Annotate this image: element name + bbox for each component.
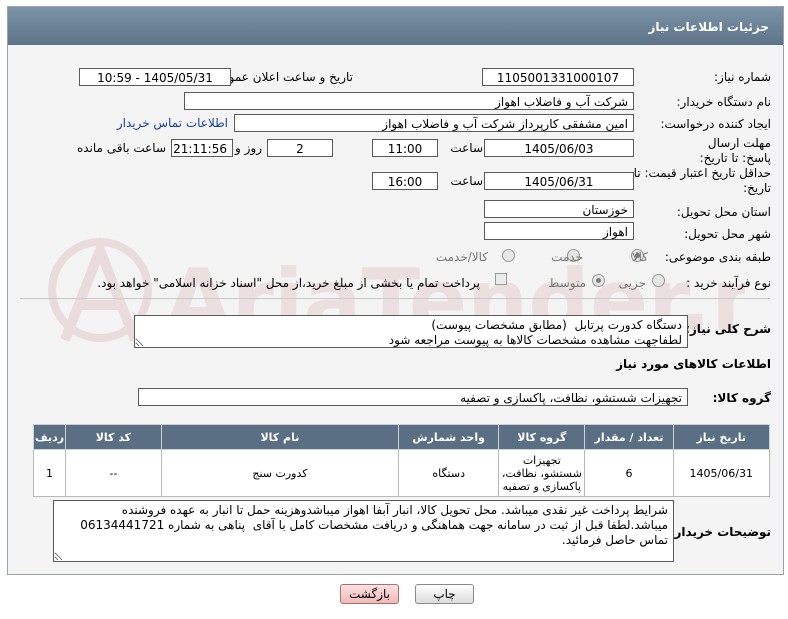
back-button[interactable]: بازگشت [340,584,399,604]
process-medium-label: متوسط [548,276,586,290]
col-need-date: تاریخ نیاز [672,424,770,450]
validity-time-field[interactable]: 16:00 [372,172,438,190]
need-details-page: جزئیات اطلاعات نیاز AriaTender.net شماره… [0,0,788,619]
treasury-payment-note: پرداخت تمام یا بخشی از مبلغ خرید،از محل … [97,276,480,290]
validity-time-label: ساعت [450,174,483,188]
deadline-time-field[interactable]: 11:00 [372,139,438,157]
description-label: شرح کلی نیاز: [685,322,771,336]
print-button[interactable]: چاپ [415,584,474,604]
process-medium-radio[interactable] [592,274,605,287]
cell-group: تجهیزات شستشو، نظافت، پاکسازی و تصفیه [498,449,586,497]
buyer-notes-label: توضیحات خریدار: [669,525,771,539]
buyer-notes-textarea[interactable]: شرایط پرداخت غیر نقدی میباشد. محل تحویل … [53,500,674,562]
validity-date-field[interactable]: 1405/06/31 [484,172,634,190]
divider [20,298,770,299]
col-quantity: تعداد / مقدار [584,424,674,450]
validity-label: حداقل تاریخ اعتبار قیمت: تا تاریخ: [633,166,771,195]
deadline-label: مهلت ارسال پاسخ: تا تاریخ: [699,136,771,165]
process-minor-radio[interactable] [652,274,665,287]
cell-need-date: 1405/06/31 [672,449,770,497]
panel-title: جزئیات اطلاعات نیاز [648,20,769,34]
cell-quantity: 6 [584,449,674,497]
goods-group-label: گروه کالا: [712,391,771,405]
buyer-org-field[interactable]: شرکت آب و فاضلاب اهواز [184,92,634,110]
col-group: گروه کالا [498,424,586,450]
cell-name: کدورت سنج [160,449,400,497]
goods-group-field[interactable]: تجهیزات شستشو، نظافت، پاکسازی و تصفیه [138,388,688,406]
city-label: شهر محل تحویل: [684,227,771,241]
col-row: ردیف [32,424,67,450]
process-minor-label: جزیی [618,276,646,290]
deadline-time-label: ساعت [450,141,483,155]
panel-header: جزئیات اطلاعات نیاز [8,7,783,45]
need-number-field[interactable]: 1105001331000107 [482,68,634,86]
treasury-payment-checkbox[interactable] [495,273,507,285]
days-label: روز و [235,141,262,155]
remaining-time-label: ساعت باقی مانده [76,141,166,155]
creator-field[interactable]: امین مشفقی کارپرداز شرکت آب و فاضلاب اهو… [234,114,634,132]
goods-table-header: تاریخ نیاز تعداد / مقدار گروه کالا واحد … [32,424,770,450]
days-remaining-field[interactable]: 2 [267,139,333,157]
remaining-time-field[interactable]: 21:11:56 [171,139,233,157]
category-service-label: خدمت [551,250,583,264]
col-name: نام کالا [160,424,400,450]
table-row[interactable]: 1405/06/31 6 تجهیزات شستشو، نظافت، پاکسا… [32,449,770,497]
cell-code: -- [65,449,162,497]
city-field[interactable]: اهواز [484,222,634,240]
deadline-date-field[interactable]: 1405/06/03 [484,139,634,157]
category-label: طبقه بندی موضوعی: [664,250,771,264]
contact-info-link[interactable]: اطلاعات تماس خریدار [117,116,228,130]
cell-row: 1 [32,449,67,497]
process-type-label: نوع فرآیند خرید : [686,276,771,290]
creator-label: ایجاد کننده درخواست: [660,117,771,131]
col-unit: واحد شمارش [398,424,500,450]
province-field[interactable]: خوزستان [484,200,634,218]
goods-table: تاریخ نیاز تعداد / مقدار گروه کالا واحد … [32,424,770,497]
col-code: کد کالا [65,424,162,450]
announce-datetime-field[interactable]: 1405/05/31 - 10:59 [79,68,231,86]
cell-unit: دستگاه [398,449,500,497]
goods-section-title: اطلاعات کالاهای مورد نیاز [616,357,771,371]
need-number-label: شماره نیاز: [714,70,771,84]
description-textarea[interactable]: دستگاه کدورت پرتابل (مطابق مشخصات پیوست)… [134,315,688,348]
category-both-radio[interactable] [502,249,515,262]
category-goods-label: کالا [631,250,648,264]
province-label: استان محل تحویل: [676,205,771,219]
buyer-org-label: نام دستگاه خریدار: [676,95,772,109]
category-both-label: کالا/خدمت [435,250,488,264]
